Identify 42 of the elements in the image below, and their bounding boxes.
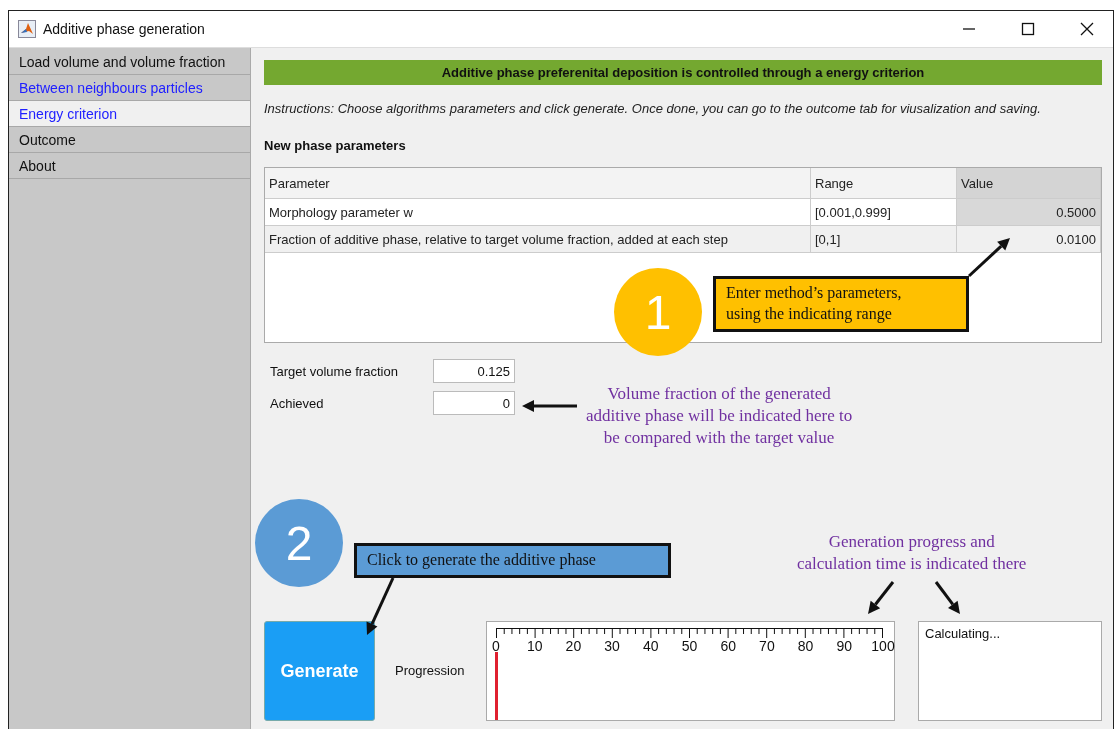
callout-box: Enter method’s parameters, using the indicating range <box>713 276 969 332</box>
table-cell: Morphology parameter w <box>265 199 811 225</box>
column-header: Value <box>957 168 1101 198</box>
callout-box: Click to generate the additive phase <box>354 543 671 578</box>
field-label: Target volume fraction <box>270 363 399 379</box>
arrow <box>934 581 960 614</box>
column-header: Range <box>811 168 957 198</box>
sidebar-item[interactable]: Energy criterion <box>9 101 250 127</box>
input-field[interactable]: 0.125 <box>433 359 515 383</box>
tick-label: 40 <box>643 638 659 654</box>
arrow <box>366 577 395 635</box>
field-label: Achieved <box>270 395 325 411</box>
ruler-icon <box>496 628 883 638</box>
close-icon <box>1080 22 1094 36</box>
banner: Additive phase preferenital deposition is controlled through a energy criterion <box>264 60 1102 85</box>
table-cell[interactable]: 0.5000 <box>957 199 1101 225</box>
arrow <box>868 581 895 614</box>
input-field[interactable]: 0 <box>433 391 515 415</box>
table-cell: Fraction of additive phase, relative to target volume fraction, added at each step <box>265 226 811 252</box>
tick-label: 20 <box>565 638 582 654</box>
tick-label: 100 <box>871 638 895 654</box>
tick-label: 30 <box>604 638 620 654</box>
table-cell: [0,1] <box>811 226 957 252</box>
window-title: Additive phase generation <box>43 21 206 37</box>
maximize-icon <box>1021 22 1035 36</box>
status-box: Calculating... <box>918 621 1102 721</box>
annotation-note: Generation progress and calculation time is indicated there <box>797 531 1027 576</box>
column-header: Parameter <box>265 168 811 198</box>
tick-label: 70 <box>759 638 775 654</box>
instructions-text: Instructions: Choose algorithms parameters and click generate. Once done, you can go to the outcome tab for viusalization and saving. <box>264 101 1042 116</box>
tick-label: 50 <box>681 638 698 654</box>
tick-label: 0 <box>492 638 500 654</box>
arrow <box>522 400 577 412</box>
tick-label: 80 <box>797 638 814 654</box>
tick-label: 10 <box>526 638 543 654</box>
progress-label: Progression <box>395 663 466 678</box>
section-title: New phase parameters <box>264 138 407 153</box>
app-icon <box>18 20 36 38</box>
tick-label: 90 <box>836 638 853 654</box>
arrow <box>968 238 1010 278</box>
annotation-note: Volume fraction of the generated additive phase will be indicated here to be compared with the target value <box>586 383 853 450</box>
tick-label: 60 <box>720 638 736 654</box>
